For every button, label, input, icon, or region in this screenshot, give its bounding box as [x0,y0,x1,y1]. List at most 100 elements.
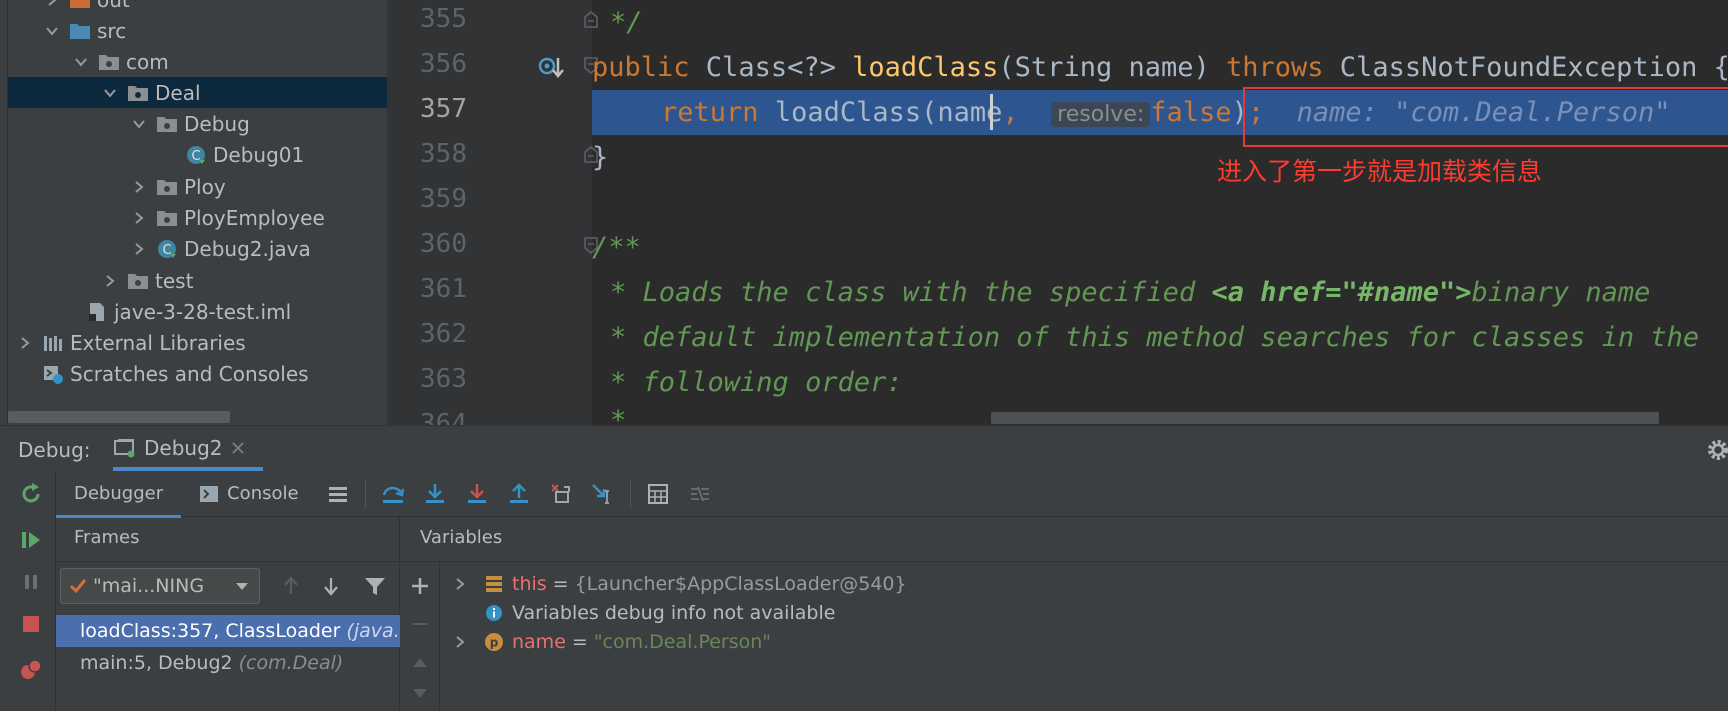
editor-horizontal-scrollbar[interactable] [991,412,1659,424]
code-keyword: public [592,52,690,83]
frame-row[interactable]: loadClass:357, ClassLoader(java.lang) [56,615,400,647]
code-keyword: false [1150,97,1232,128]
tree-item-label: Ploy [184,174,226,199]
tree-item-debug01[interactable]: C Debug01 [8,139,387,170]
chevron-right-icon[interactable] [103,274,117,288]
chevron-right-icon[interactable] [454,635,468,649]
debug-tool-window: Debug: Debug2 Debugger Console Frames "m… [0,425,1728,711]
remove-watch-button[interactable] [408,612,432,636]
chevron-right-icon[interactable] [132,180,146,194]
arrow-up-icon [284,576,298,594]
close-icon[interactable] [231,441,245,455]
evaluate-expression-button[interactable] [643,479,673,509]
project-horizontal-scrollbar[interactable] [8,411,230,423]
chevron-right-icon[interactable] [132,211,146,225]
tree-item-test[interactable]: test [8,265,387,296]
iml-file-icon [86,302,108,322]
tree-item-label: Deal [155,80,201,105]
code-keyword: return [661,97,759,128]
view-breakpoints-button[interactable] [18,657,44,683]
checkmark-icon [69,579,87,594]
tab-debugger[interactable]: Debugger [56,471,182,518]
trace-current-stream-button[interactable] [685,479,715,509]
menu-icon [328,486,347,502]
java-class-icon: C [185,145,207,165]
tree-item-label: Debug2.java [184,236,311,261]
filter-frames-button[interactable] [362,573,388,599]
tree-item-deal[interactable]: Deal [8,77,387,108]
step-into-button[interactable] [420,479,450,509]
code-comment-tag: <a href="#name"> [1211,277,1472,308]
run-to-cursor-icon [591,483,609,504]
plus-icon [412,578,428,594]
next-frame-button[interactable] [318,573,344,599]
chevron-down-icon[interactable] [45,24,59,38]
force-step-into-button[interactable] [462,479,492,509]
run-to-cursor-button[interactable] [588,479,618,509]
tree-item-ploy[interactable]: Ploy [8,171,387,202]
code-line-362[interactable]: * default implementation of this method … [592,315,1728,360]
tab-console[interactable]: Console [181,471,316,517]
chevron-right-icon[interactable] [18,336,32,350]
frame-row[interactable]: main:5, Debug2 (com.Deal) [56,647,400,679]
package-icon [156,177,178,197]
debug-window-label: Debug: [18,438,91,462]
previous-frame-button[interactable] [278,573,304,599]
resume-button[interactable] [18,527,44,553]
frame-method: loadClass:357, ClassLoader [80,620,341,642]
code-method-name: loadClass [852,52,999,83]
chevron-down-icon[interactable] [74,55,88,69]
debug-session-label: Debug2 [144,436,223,460]
debug-session-tab[interactable]: Debug2 [114,426,245,470]
tree-item-label: test [155,268,194,293]
variable-row-info: Variables debug info not available [440,598,835,628]
triangle-up-icon [413,658,427,667]
chevron-right-icon[interactable] [132,242,146,256]
frame-method: main:5, Debug2 [80,652,233,674]
stop-button[interactable] [18,611,44,637]
code-line-355[interactable]: */ [592,0,1728,45]
breakpoints-icon [21,659,42,679]
pause-button[interactable] [18,569,44,595]
rerun-button[interactable] [18,481,44,507]
drop-frame-button[interactable] [546,479,576,509]
step-out-button[interactable] [504,479,534,509]
step-out-icon [509,482,528,503]
code-line-360[interactable]: /** [592,225,1728,270]
tree-item-debug[interactable]: Debug [8,108,387,139]
tree-item-scratches[interactable]: Scratches and Consoles [8,358,387,389]
tree-item-debug2-java[interactable]: C Debug2.java [8,233,387,264]
gear-icon[interactable] [1706,438,1728,462]
code-line-361[interactable]: * Loads the class with the specified <a … [592,270,1728,315]
tree-item-out[interactable]: out [8,0,387,15]
code-editor[interactable]: 355 356 357 358 359 360 361 362 363 364 … [387,0,1728,425]
resume-icon [22,532,40,548]
thread-selector[interactable]: "mai...NING [60,568,260,604]
step-over-button[interactable] [378,479,408,509]
code-comment: * following order: [610,367,903,398]
folder-orange-icon [69,0,91,10]
tree-item-external-libraries[interactable]: External Libraries [8,327,387,358]
folder-blue-icon [69,21,91,41]
variable-row-this[interactable]: this = {Launcher$AppClassLoader@540} [440,569,907,599]
chevron-right-icon[interactable] [45,0,59,7]
info-icon [484,603,504,623]
method-override-icon[interactable] [538,54,564,82]
chevron-down-icon[interactable] [132,117,146,131]
annotation-highlight-box [1243,87,1728,147]
layout-menu-button[interactable] [323,479,353,509]
chevron-right-icon[interactable] [454,577,468,591]
tree-item-com[interactable]: com [8,46,387,77]
tree-item-src[interactable]: src [8,15,387,46]
variable-row-name[interactable]: p name = "com.Deal.Person" [440,627,771,657]
frame-package: (com.Deal) [238,652,344,674]
move-watch-down-button[interactable] [408,682,432,706]
code-line-356[interactable]: public Class<?> loadClass(String name) t… [592,45,1728,90]
line-number: 364 [420,409,467,425]
move-watch-up-button[interactable] [408,650,432,674]
stream-trace-icon [690,486,709,501]
new-watch-button[interactable] [408,574,432,598]
tree-item-iml[interactable]: jave-3-28-test.iml [8,296,387,327]
tree-item-ployemployee[interactable]: PloyEmployee [8,202,387,233]
chevron-down-icon[interactable] [103,86,117,100]
